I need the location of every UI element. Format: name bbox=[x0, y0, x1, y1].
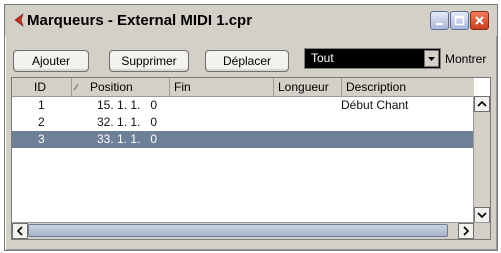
horizontal-scroll-thumb[interactable] bbox=[28, 224, 448, 237]
markers-table: ID Position Fin Longueur Description 1 1… bbox=[11, 77, 491, 240]
cell-position: 15. 1. 1. 0 bbox=[97, 98, 158, 112]
column-header-position[interactable]: Position bbox=[78, 78, 170, 96]
window-title: Marqueurs - External MIDI 1.cpr bbox=[27, 12, 253, 29]
maximize-button[interactable] bbox=[450, 11, 469, 30]
vertical-scrollbar[interactable] bbox=[473, 96, 490, 223]
cell-position: 33. 1. 1. 0 bbox=[97, 132, 158, 146]
column-header-id[interactable]: ID bbox=[12, 78, 72, 96]
scroll-right-button[interactable] bbox=[458, 223, 474, 239]
table-row-selected[interactable]: 3 33. 1. 1. 0 bbox=[12, 131, 474, 148]
minimize-icon bbox=[436, 23, 443, 25]
horizontal-scrollbar[interactable] bbox=[12, 222, 490, 239]
close-button[interactable] bbox=[470, 11, 489, 30]
minimize-button[interactable] bbox=[430, 11, 449, 30]
chevron-down-icon[interactable] bbox=[424, 50, 439, 67]
cell-id: 3 bbox=[38, 132, 45, 146]
cell-description: Début Chant bbox=[341, 98, 409, 112]
scroll-down-icon bbox=[477, 212, 487, 219]
title-bar[interactable]: Marqueurs - External MIDI 1.cpr bbox=[5, 5, 497, 36]
maximize-icon bbox=[454, 15, 465, 26]
cell-id: 2 bbox=[38, 115, 45, 129]
markers-window: Marqueurs - External MIDI 1.cpr Ajouter … bbox=[4, 4, 498, 251]
scroll-up-icon bbox=[477, 100, 487, 107]
filter-select[interactable]: Tout bbox=[304, 48, 441, 69]
move-button[interactable]: Déplacer bbox=[205, 50, 289, 72]
show-label[interactable]: Montrer bbox=[445, 52, 486, 66]
column-header-end[interactable]: Fin bbox=[170, 78, 274, 96]
column-header-description[interactable]: Description bbox=[342, 78, 476, 96]
cell-id: 1 bbox=[38, 98, 45, 112]
scroll-right-icon bbox=[463, 226, 470, 236]
close-icon bbox=[475, 16, 484, 25]
scroll-down-button[interactable] bbox=[474, 207, 490, 223]
scroll-left-icon bbox=[16, 226, 23, 236]
red-arrow-icon bbox=[11, 12, 27, 28]
filter-value: Tout bbox=[311, 51, 334, 65]
table-row[interactable]: 2 32. 1. 1. 0 bbox=[12, 114, 474, 131]
cell-position: 32. 1. 1. 0 bbox=[97, 115, 158, 129]
scroll-up-button[interactable] bbox=[474, 96, 490, 112]
remove-button[interactable]: Supprimer bbox=[109, 50, 189, 72]
table-row[interactable]: 1 15. 1. 1. 0 Début Chant bbox=[12, 97, 474, 114]
table-header: ID Position Fin Longueur Description bbox=[12, 78, 474, 97]
add-button[interactable]: Ajouter bbox=[13, 50, 89, 72]
column-header-length[interactable]: Longueur bbox=[274, 78, 342, 96]
scroll-left-button[interactable] bbox=[12, 223, 28, 239]
